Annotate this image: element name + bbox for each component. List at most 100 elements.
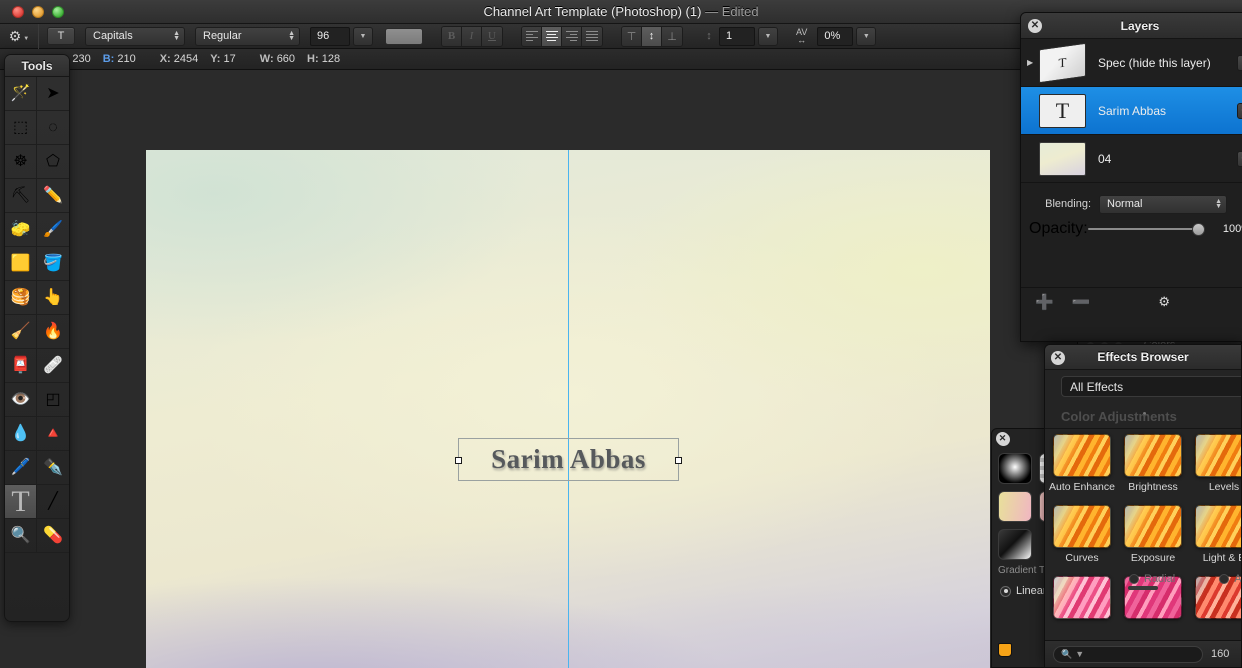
gradient-stop-chip[interactable] [998,643,1012,657]
align-right-icon[interactable] [562,26,582,46]
close-icon[interactable]: ✕ [1051,351,1065,365]
effect-item[interactable]: Auto Enhance [1047,431,1117,502]
blur-tool[interactable]: 💧 [5,417,37,451]
gradient-swatch-radial-white[interactable] [998,453,1032,484]
underline-button[interactable]: U [482,26,502,46]
angle-radio[interactable]: Angle [1219,570,1241,588]
gear-icon[interactable]: ⚙ ▼ [0,24,38,49]
layer-visibility-checkbox[interactable]: ✔ [1237,150,1242,167]
vertical-guide [568,150,569,668]
tracking-dropdown-button[interactable]: ▼ [856,26,877,46]
disclosure-triangle-icon[interactable]: ▶ [1027,58,1039,67]
italic-button[interactable]: I [462,26,482,46]
paint-bucket-tool-icon: 🪣 [43,254,63,272]
smudge-tool[interactable]: 👆 [37,281,69,315]
move-tool[interactable]: ➤ [37,77,69,111]
smudge-tool-icon: 👆 [43,288,63,306]
paint-bucket-tool[interactable]: 🪣 [37,247,69,281]
lasso-tool[interactable]: ☸ [5,145,37,179]
bold-button[interactable]: B [442,26,462,46]
pen-tool[interactable]: 🖊️ [5,451,37,485]
layer-thumbnail: T [1039,42,1086,83]
freeform-pen-tool[interactable]: ✒️ [37,451,69,485]
layer-row[interactable]: 04✔ [1021,135,1242,183]
gradient-swatch-yellow-pink[interactable] [998,491,1032,522]
line-tool[interactable]: ╱ [37,485,69,519]
resize-handle-left[interactable] [455,457,462,464]
font-size-input[interactable]: 96 [310,26,350,46]
effects-category-popup[interactable]: All Effects [1061,376,1241,397]
dodge-tool[interactable]: 🧹 [5,315,37,349]
effect-item[interactable]: Levels [1189,431,1241,502]
font-size-dropdown-button[interactable]: ▼ [353,26,373,46]
valign-top-icon[interactable]: ⊤ [622,26,642,46]
valign-middle-icon[interactable]: ↕ [642,26,662,46]
clone-stamp-tool[interactable]: 📮 [5,349,37,383]
layers-gear-icon[interactable]: ⚙ [1158,294,1170,310]
align-center-icon[interactable] [542,26,562,46]
canvas-text-layer[interactable]: Sarim Abbas [459,439,678,480]
layer-visibility-checkbox[interactable]: ✔ [1237,102,1242,119]
search-caret-icon: ▼ [1075,649,1085,659]
magic-wand-tool[interactable]: 🪄 [5,77,37,111]
clone-stamp-tool-icon: 📮 [10,356,31,374]
gradient-tool[interactable]: 🥞 [5,281,37,315]
layer-name[interactable]: Sarim Abbas [1098,104,1237,118]
gradient-linear-radio[interactable]: Linear [1000,585,1046,597]
layer-row[interactable]: T Sarim Abbas✔ [1021,87,1242,135]
font-style-popup[interactable]: Regular ▲ ▼ [195,26,300,46]
paintbrush-tool[interactable]: 🖌️ [37,213,69,247]
effect-item[interactable]: Curves [1047,502,1117,573]
opacity-slider[interactable] [1087,222,1205,236]
opacity-row: Opacity: 100% [1021,217,1242,241]
layer-name[interactable]: 04 [1098,152,1237,166]
tracking-input[interactable]: 0% [817,26,854,46]
burn-tool[interactable]: 🔥 [37,315,69,349]
remove-layer-button[interactable]: ➖ [1072,293,1091,311]
effect-item[interactable]: Brightness [1118,431,1188,502]
gradient-type-label: Gradient T [998,565,1046,576]
eraser-tool[interactable]: 🧽 [5,213,37,247]
effect-item[interactable]: Light & E [1189,502,1241,573]
valign-bottom-icon[interactable]: ⊥ [662,26,682,46]
line-spacing-dropdown-button[interactable]: ▼ [758,26,778,46]
add-layer-button[interactable]: ➕ [1035,293,1054,311]
healing-brush-tool[interactable]: 🩹 [37,349,69,383]
effect-item[interactable]: Exposure [1118,502,1188,573]
eraser-block-tool[interactable]: ◰ [37,383,69,417]
blending-mode-popup[interactable]: Normal ▲ ▼ [1099,194,1227,214]
foreground-color-tool[interactable]: 🟨 [5,247,37,281]
panel-resize-handle[interactable] [1128,586,1158,590]
text-case-popup[interactable]: Capitals ▲ ▼ [85,26,185,46]
chevron-down-icon: ▼ [862,32,870,40]
gradient-swatch-black-white[interactable] [998,529,1032,560]
crop-tool[interactable]: ⛏ [5,179,37,213]
chevron-updown-icon: ▲ ▼ [1215,198,1222,210]
opacity-slider-knob[interactable] [1192,222,1205,236]
text-tool-toggle[interactable]: T [47,27,75,45]
text-color-swatch[interactable] [385,27,423,45]
red-eye-tool[interactable]: 👁️ [5,383,37,417]
chevron-down-icon: ▼ [23,35,30,42]
align-left-icon[interactable] [522,26,542,46]
rectangular-marquee-tool[interactable]: ⬚ [5,111,37,145]
pencil-tool[interactable]: ✏️ [37,179,69,213]
layer-name[interactable]: Spec (hide this layer) [1098,56,1237,70]
resize-handle-right[interactable] [675,457,682,464]
line-spacing-input[interactable]: 1 [719,26,755,46]
close-icon[interactable]: ✕ [1028,19,1042,33]
image-canvas[interactable]: Sarim Abbas [146,150,990,668]
elliptical-marquee-tool[interactable]: ◌ [37,111,69,145]
search-input[interactable]: 🔍 ▼ [1053,645,1203,663]
eyedropper-tool[interactable]: 💊 [37,519,69,553]
zoom-tool[interactable]: 🔍 [5,519,37,553]
polygonal-lasso-tool[interactable]: ⬠ [37,145,69,179]
layer-visibility-checkbox[interactable]: ✔ [1237,54,1242,71]
gradient-panel-close-icon[interactable]: ✕ [996,432,1009,445]
align-justify-icon[interactable] [582,26,602,46]
blending-label: Blending: [1045,198,1091,210]
text-layer-bounding-box[interactable]: Sarim Abbas [455,438,682,481]
layer-row[interactable]: ▶T Spec (hide this layer)✔ [1021,39,1242,87]
sharpen-tool[interactable]: 🔺 [37,417,69,451]
type-tool[interactable]: T [5,485,37,519]
